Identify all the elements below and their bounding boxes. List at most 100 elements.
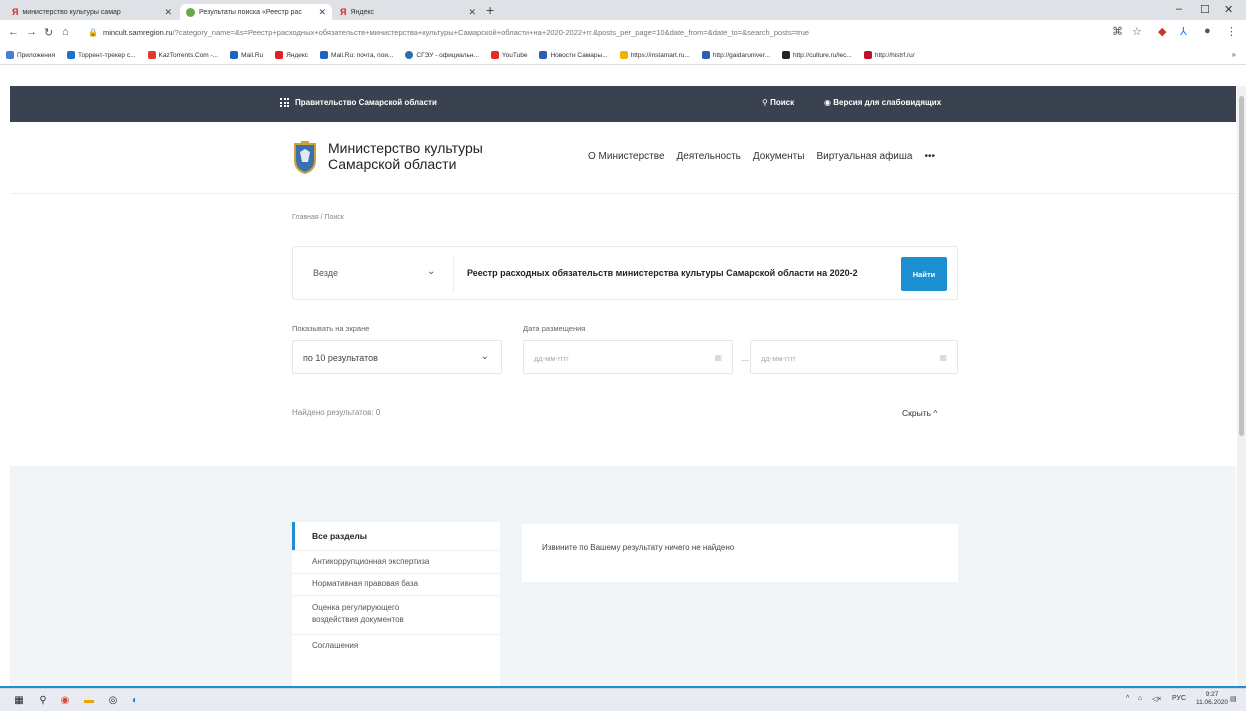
bookmark-item[interactable]: Торрент-трекер с... xyxy=(67,51,136,59)
government-link[interactable]: Правительство Самарской области xyxy=(280,98,437,107)
extension-adobe-icon[interactable]: ⅄ xyxy=(1180,25,1187,38)
scrollbar-thumb[interactable] xyxy=(1239,96,1244,436)
tab-yandex[interactable]: Я Яндекс ✕ xyxy=(334,4,482,20)
search-input[interactable]: Реестр расходных обязательств министерст… xyxy=(467,268,881,278)
date-to-input[interactable]: дд-мм-гггг ▦ xyxy=(750,340,958,374)
menu-kebab-icon[interactable]: ⋮ xyxy=(1226,25,1237,38)
date-to-placeholder: дд-мм-гггг xyxy=(761,354,797,363)
page-scrollbar[interactable] xyxy=(1237,86,1246,686)
bookmarks-bar: Приложения Торрент-трекер с... KazTorren… xyxy=(0,46,1246,65)
browser-toolbar: ← → ↻ ⌂ 🔒 mincult.samregion.ru /?categor… xyxy=(0,20,1246,46)
eye-icon: ◉ xyxy=(824,98,831,107)
divider xyxy=(292,634,500,635)
language-indicator[interactable]: РУС xyxy=(1172,695,1186,702)
bookmark-item[interactable]: Новости Самары... xyxy=(539,51,608,59)
search-link[interactable]: ⚲ Поиск xyxy=(762,98,794,107)
lock-icon: 🔒 xyxy=(88,28,98,37)
coat-of-arms-logo[interactable] xyxy=(292,140,318,174)
forward-icon[interactable]: → xyxy=(26,26,37,38)
divider xyxy=(292,573,500,574)
site-header: Министерство культуры Самарской области … xyxy=(10,122,1236,194)
youtube-icon xyxy=(490,51,499,59)
search-scope-select[interactable]: Везде xyxy=(313,268,338,278)
bookmark-favicon xyxy=(230,51,239,59)
bookmark-item[interactable]: Mail.Ru: почта, пои... xyxy=(320,51,393,59)
new-tab-button[interactable]: + xyxy=(486,2,494,18)
maximize-icon[interactable]: ☐ xyxy=(1200,3,1210,16)
minimize-icon[interactable]: – xyxy=(1176,3,1182,15)
date-range-dash: — xyxy=(741,356,749,365)
volume-icon[interactable]: ◁× xyxy=(1152,695,1161,703)
bookmarks-overflow-icon[interactable]: » xyxy=(1232,50,1236,59)
bookmark-item[interactable]: YouTube xyxy=(490,51,527,59)
bookmark-label: Яндекс xyxy=(286,51,309,59)
clock-time: 9:27 xyxy=(1205,691,1219,698)
main-navigation: О Министерстве Деятельность Документы Ви… xyxy=(588,151,947,162)
bookmark-item[interactable]: http://gaidaruniver... xyxy=(701,51,770,59)
nav-virtual-poster[interactable]: Виртуальная афиша xyxy=(816,151,912,162)
extension-icon[interactable]: ◆ xyxy=(1158,25,1166,38)
search-button[interactable]: Найти xyxy=(901,257,947,291)
bookmark-favicon xyxy=(67,51,76,59)
nav-more-icon[interactable]: ••• xyxy=(924,151,935,162)
section-regulatory-assessment[interactable]: Оценка регулирующего воздействия докумен… xyxy=(312,602,432,626)
bookmark-label: http://culture.ru/lec... xyxy=(792,51,852,59)
hide-label: Скрыть xyxy=(902,408,932,418)
bookmark-item[interactable]: https://instamart.ru... xyxy=(619,51,690,59)
section-all[interactable]: Все разделы xyxy=(312,530,492,542)
search-icon[interactable]: ⚲ xyxy=(36,693,50,707)
edge-icon[interactable]: ◐ xyxy=(128,693,142,707)
bookmark-star-icon[interactable]: ☆ xyxy=(1132,25,1142,38)
tab-search-results[interactable]: Результаты поиска «Реестр рас ✕ xyxy=(180,4,332,20)
bookmark-item[interactable]: KazTorrents.Com -... xyxy=(147,51,218,59)
bookmark-item[interactable]: Mail.Ru xyxy=(230,51,263,59)
bookmark-favicon xyxy=(320,51,329,59)
yandex-icon: Я xyxy=(340,7,347,17)
nav-about[interactable]: О Министерстве xyxy=(588,151,665,162)
bookmark-item[interactable]: Приложения xyxy=(6,51,55,59)
close-tab-icon[interactable]: ✕ xyxy=(462,7,476,18)
close-window-icon[interactable]: ✕ xyxy=(1224,3,1233,16)
calendar-icon[interactable]: ▦ xyxy=(939,353,947,362)
chrome-icon[interactable]: ◉ xyxy=(58,693,72,707)
clock[interactable]: 9:27 11.06.2020 xyxy=(1196,691,1228,707)
section-anticorruption[interactable]: Антикоррупционная экспертиза xyxy=(312,556,492,568)
government-label: Правительство Самарской области xyxy=(295,98,437,107)
accessibility-link[interactable]: ◉ Версия для слабовидящих xyxy=(824,98,941,107)
date-from-input[interactable]: дд-мм-гггг ▦ xyxy=(523,340,733,374)
app-icon[interactable]: ◎ xyxy=(106,693,120,707)
url-host: mincult.samregion.ru xyxy=(102,28,173,37)
back-icon[interactable]: ← xyxy=(8,26,19,38)
hide-filters-button[interactable]: Скрыть ^ xyxy=(902,408,937,418)
close-tab-icon[interactable]: ✕ xyxy=(158,7,172,18)
left-margin xyxy=(0,86,10,686)
file-explorer-icon[interactable]: ▬ xyxy=(82,693,96,707)
bookmark-item[interactable]: http://culture.ru/lec... xyxy=(781,51,852,59)
breadcrumb[interactable]: Главная / Поиск xyxy=(292,214,344,221)
bookmark-item[interactable]: Яндекс xyxy=(275,51,308,59)
per-page-select[interactable]: по 10 результатов ⌄ xyxy=(292,340,502,374)
tray-chevron-icon[interactable]: ^ xyxy=(1126,695,1129,702)
chevron-down-icon[interactable]: ⌄ xyxy=(427,266,435,277)
bookmark-item[interactable]: СГЭУ - официальн... xyxy=(405,51,479,59)
bookmark-item[interactable]: http://histrf.ru/ xyxy=(863,51,915,59)
accessibility-label: Версия для слабовидящих xyxy=(833,98,942,107)
ministry-name[interactable]: Министерство культуры Самарской области xyxy=(328,140,483,172)
section-normative-base[interactable]: Нормативная правовая база xyxy=(312,578,492,590)
network-icon[interactable]: ⌂ xyxy=(1138,695,1142,702)
tab-ministry-yandex[interactable]: Я министерство культуры самар ✕ xyxy=(6,4,178,20)
close-tab-icon[interactable]: ✕ xyxy=(312,7,326,18)
calendar-icon[interactable]: ▦ xyxy=(714,353,722,362)
profile-icon[interactable]: ● xyxy=(1204,25,1211,37)
tab-title: Яндекс xyxy=(350,8,375,16)
nav-activity[interactable]: Деятельность xyxy=(677,151,741,162)
reload-icon[interactable]: ↻ xyxy=(44,26,53,39)
translate-icon[interactable]: ⌘ xyxy=(1112,25,1123,38)
bookmark-label: СГЭУ - официальн... xyxy=(416,51,479,59)
home-icon[interactable]: ⌂ xyxy=(62,26,69,38)
section-agreements[interactable]: Соглашения xyxy=(312,640,492,652)
notifications-icon[interactable]: ▤ xyxy=(1230,695,1237,703)
address-bar[interactable]: 🔒 mincult.samregion.ru /?category_name=&… xyxy=(88,24,1098,41)
nav-documents[interactable]: Документы xyxy=(753,151,805,162)
windows-start-icon[interactable]: ▦ xyxy=(12,693,26,707)
